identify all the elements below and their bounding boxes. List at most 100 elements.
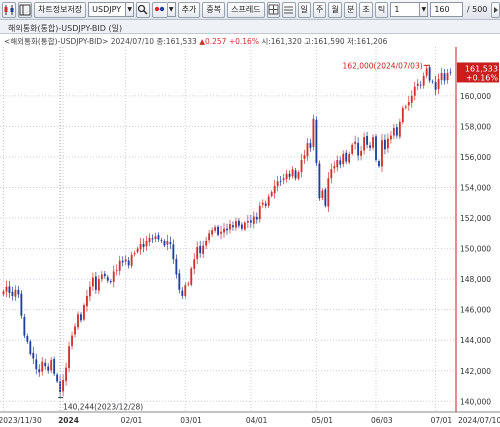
candle-body (363, 137, 366, 151)
candle-body (74, 326, 76, 335)
candle-body (312, 118, 315, 148)
candle-body (71, 335, 73, 346)
candle-body (387, 138, 389, 149)
candle-body (384, 139, 386, 150)
price-chart[interactable]: 140,000 142,000 144,000 146,000 148,000 150,0… (0, 47, 500, 427)
y-tick-label: 148,000 (460, 275, 491, 284)
candle-body (115, 269, 118, 271)
candle-body (327, 178, 330, 207)
period-minute-button[interactable]: 분 (343, 1, 358, 18)
symbol-select[interactable]: USDJPY ▼ (88, 2, 135, 17)
candle-body (208, 233, 211, 241)
candle-body (279, 181, 282, 182)
candle-body (261, 202, 264, 205)
candle-body (112, 271, 115, 282)
chevron-down-icon[interactable]: ▼ (126, 2, 135, 17)
y-tick-label: 160,000 (460, 92, 491, 101)
candle-body (20, 293, 23, 316)
candle-body (288, 173, 291, 177)
candle-body (440, 72, 443, 81)
candle-body (124, 259, 127, 262)
candle-body (306, 143, 309, 157)
candle-body (372, 137, 374, 148)
period-tick-button[interactable]: 틱 (374, 1, 389, 18)
candle-body (449, 71, 452, 73)
candle-body (235, 221, 237, 228)
candle-body (318, 163, 321, 199)
x-tick-label: 02/01 (121, 416, 143, 425)
candle-body (145, 240, 148, 247)
candle-body (130, 254, 133, 266)
candle-body (333, 166, 336, 169)
spread-button[interactable]: 스프레드 (227, 1, 265, 18)
candle-body (413, 86, 416, 96)
candle-body (223, 228, 225, 233)
candle-body (80, 314, 82, 321)
candle-body (348, 153, 351, 163)
grid-icon[interactable] (266, 1, 281, 18)
candle-body (172, 244, 175, 260)
y-tick-label: 156,000 (460, 153, 491, 162)
candle-body (249, 220, 252, 223)
period-month-button[interactable]: 월 (328, 1, 342, 18)
search-icon[interactable] (136, 1, 150, 18)
chevron-down-icon[interactable]: ▼ (167, 1, 176, 17)
candle-body (151, 238, 154, 240)
add-button[interactable]: 추가 (177, 1, 201, 18)
candle-body (309, 143, 312, 148)
candle-body (91, 277, 94, 287)
x-tick-label: 03/01 (180, 416, 202, 425)
candle-body (232, 225, 234, 228)
candle-body (178, 273, 181, 290)
candle-body (366, 135, 368, 145)
x-tick-label: 2024/07/10 (458, 416, 500, 425)
chart-type-icon[interactable] (2, 1, 16, 18)
candle-body (97, 279, 100, 291)
candle-body (321, 190, 324, 198)
candle-body (229, 224, 231, 230)
candle-body (2, 291, 5, 295)
y-tick-label: 144,000 (460, 336, 491, 345)
candle-body (360, 150, 363, 156)
candle-body (103, 273, 106, 277)
overlap-button[interactable]: 중복 (202, 1, 226, 18)
period-week-button[interactable]: 주 (312, 1, 327, 18)
candle-body (416, 83, 419, 86)
candle-body (446, 72, 449, 81)
candle-body (395, 127, 398, 136)
count-apply-icon[interactable] (491, 1, 500, 18)
symbol-field[interactable]: USDJPY (88, 2, 127, 17)
candle-body (267, 196, 270, 206)
sidebar-toggle-icon[interactable] (18, 1, 32, 18)
candle-body (330, 169, 333, 179)
candle-body (187, 283, 190, 285)
candle-body (160, 240, 163, 241)
candle-body (23, 316, 26, 336)
candle-body (291, 169, 294, 177)
y-tick-label: 154,000 (460, 184, 491, 193)
candle-body (217, 226, 219, 235)
candle-body (199, 245, 202, 254)
y-tick-label: 146,000 (460, 306, 491, 315)
indicator-select[interactable]: ▼ (151, 1, 176, 18)
high-annotation: 162,000(2024/07/03) (343, 61, 423, 70)
candle-body (434, 82, 437, 90)
data-count-field[interactable]: 160 (430, 2, 463, 17)
lines-icon[interactable] (282, 1, 296, 18)
candle-body (425, 68, 428, 76)
candle-body (214, 227, 217, 231)
interval-field[interactable]: 1 (390, 2, 421, 17)
period-second-button[interactable]: 초 (359, 1, 373, 18)
chevron-down-icon[interactable]: ▼ (420, 2, 429, 17)
period-day-button[interactable]: 일 (297, 1, 311, 18)
candle-body (181, 290, 184, 296)
candle-body (163, 240, 166, 246)
interval-select[interactable]: 1 ▼ (390, 2, 429, 17)
candle-body (205, 240, 208, 246)
candle-body (109, 281, 112, 283)
candle-body (300, 160, 303, 172)
indicator-icon[interactable] (151, 1, 168, 18)
candle-body (190, 268, 193, 285)
candle-body (354, 141, 357, 144)
chart-save-button[interactable]: 차트정보저장 (34, 1, 87, 18)
